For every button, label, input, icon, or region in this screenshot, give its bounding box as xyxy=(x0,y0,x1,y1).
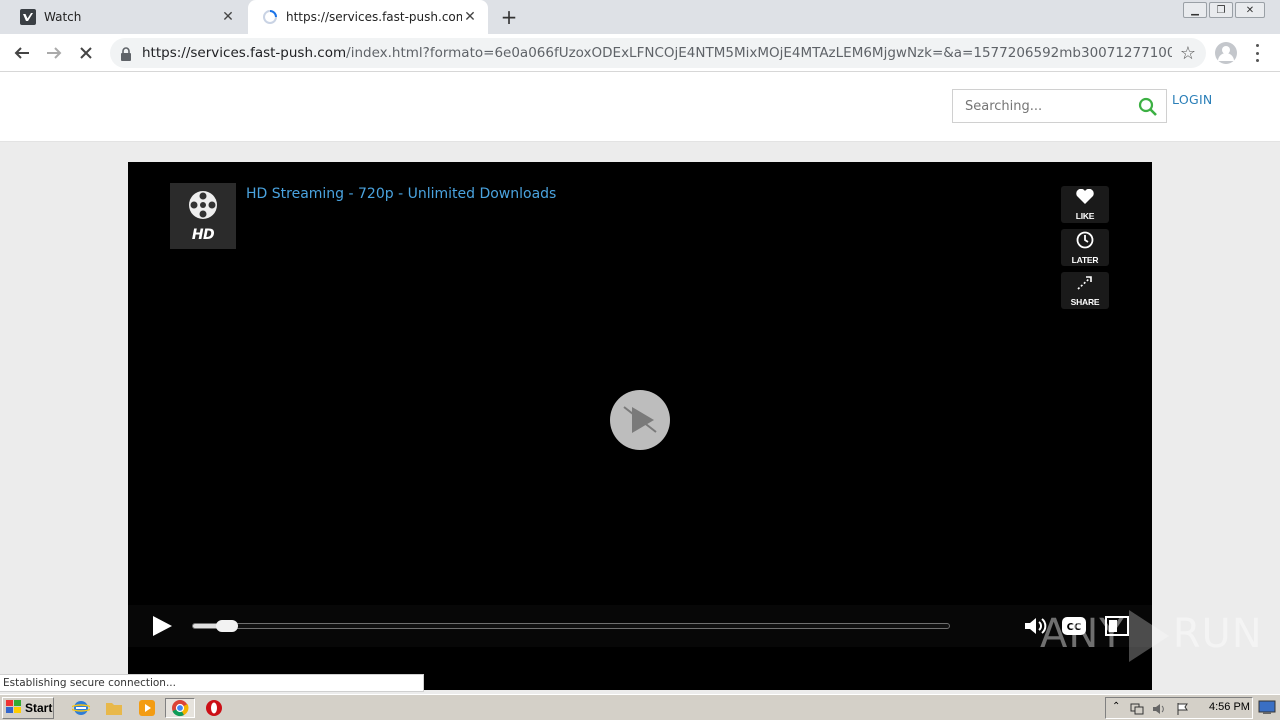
watermark-right: RUN xyxy=(1172,611,1263,657)
search-icon[interactable] xyxy=(1138,97,1158,117)
tab-watch[interactable]: Watch ✕ xyxy=(6,0,246,34)
anyrun-watermark: ANY RUN xyxy=(1040,610,1263,662)
minimize-icon[interactable]: ▁ xyxy=(1183,2,1207,18)
action-center-flag-icon[interactable] xyxy=(1176,701,1190,720)
share-icon xyxy=(1075,275,1095,295)
big-play-icon[interactable] xyxy=(610,390,670,450)
bookmark-star-icon[interactable]: ☆ xyxy=(1180,43,1196,64)
hd-label: HD xyxy=(191,227,215,243)
network-icon[interactable] xyxy=(1130,701,1144,720)
browser-menu-icon[interactable] xyxy=(1252,44,1262,62)
forward-arrow-icon[interactable] xyxy=(42,42,66,64)
film-reel-icon xyxy=(187,189,219,225)
url-path: /index.html?formato=6e0a066fUzoxODExLFNC… xyxy=(346,45,1172,61)
restore-icon[interactable]: ❐ xyxy=(1209,2,1233,18)
browser-toolbar: https://services.fast-push.com/index.htm… xyxy=(0,34,1280,72)
channel-thumbnail[interactable]: HD xyxy=(170,183,236,249)
watch-later-button[interactable]: LATER xyxy=(1061,229,1109,266)
show-desktop-icon[interactable] xyxy=(1258,699,1276,715)
heart-icon xyxy=(1075,188,1095,209)
search-input[interactable] xyxy=(953,90,1133,122)
close-window-icon[interactable]: ✕ xyxy=(1235,2,1265,18)
share-button[interactable]: SHARE xyxy=(1061,272,1109,309)
search-box xyxy=(952,89,1167,123)
opera-icon[interactable] xyxy=(203,698,225,718)
speaker-icon[interactable] xyxy=(1152,701,1166,720)
clock[interactable]: 4:56 PM xyxy=(1209,701,1250,713)
address-bar[interactable]: https://services.fast-push.com/index.htm… xyxy=(110,38,1206,68)
tray-expand-icon[interactable]: ⌃ xyxy=(1112,701,1120,712)
back-arrow-icon[interactable] xyxy=(10,42,34,64)
windows-taskbar: Start ⌃ 4:56 PM xyxy=(0,694,1280,720)
status-bubble: Establishing secure connection... xyxy=(0,674,424,692)
video-title[interactable]: HD Streaming - 720p - Unlimited Download… xyxy=(246,186,556,202)
internet-explorer-icon[interactable] xyxy=(70,698,92,718)
player-controls: CC xyxy=(128,605,1152,647)
start-label: Start xyxy=(25,701,53,715)
tab-fast-push[interactable]: https://services.fast-push.com/inde ✕ xyxy=(248,0,488,34)
media-player-icon[interactable] xyxy=(136,698,158,718)
vimeo-logo-icon xyxy=(20,9,36,25)
login-link[interactable]: LOGIN xyxy=(1172,92,1213,107)
like-label: LIKE xyxy=(1075,210,1095,221)
stop-loading-icon[interactable] xyxy=(74,42,98,64)
new-tab-button[interactable]: + xyxy=(498,5,520,29)
windows-logo-icon xyxy=(6,699,22,717)
url-host: https://services.fast-push.com xyxy=(142,45,347,61)
browser-tabstrip: Watch ✕ https://services.fast-push.com/i… xyxy=(0,0,1280,34)
watermark-play-icon xyxy=(1128,610,1169,662)
chrome-taskbar-icon[interactable] xyxy=(165,698,195,718)
like-button[interactable]: LIKE xyxy=(1061,186,1109,223)
profile-avatar-icon[interactable] xyxy=(1215,42,1237,64)
progress-knob[interactable] xyxy=(216,620,238,632)
loading-spinner-icon xyxy=(262,9,278,25)
watermark-left: ANY xyxy=(1040,611,1125,657)
progress-bar[interactable] xyxy=(192,620,950,632)
clock-icon xyxy=(1076,231,1094,253)
start-button[interactable]: Start xyxy=(2,697,54,719)
close-icon[interactable]: ✕ xyxy=(220,9,236,25)
close-icon[interactable]: ✕ xyxy=(462,9,478,25)
tab-title: https://services.fast-push.com/inde xyxy=(286,10,462,24)
share-label: SHARE xyxy=(1070,296,1100,307)
url-text: https://services.fast-push.com/index.htm… xyxy=(142,45,1172,61)
play-icon[interactable] xyxy=(150,614,174,638)
lock-icon xyxy=(120,46,132,61)
tab-title: Watch xyxy=(44,10,82,24)
video-player[interactable]: HD HD Streaming - 720p - Unlimited Downl… xyxy=(128,162,1152,690)
file-explorer-icon[interactable] xyxy=(103,698,125,718)
later-label: LATER xyxy=(1071,254,1099,265)
